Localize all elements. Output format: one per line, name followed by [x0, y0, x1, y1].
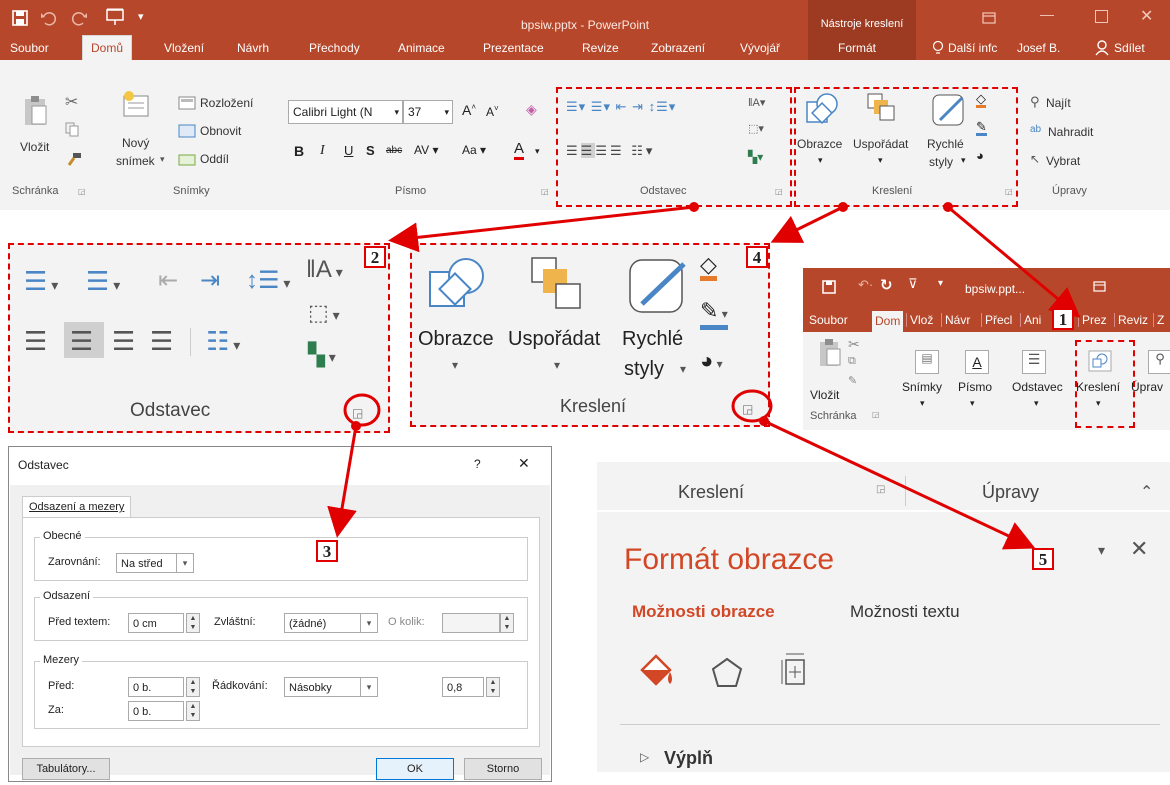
callout-number-3: 3 — [316, 540, 338, 562]
callout-number-1: 1 — [1052, 308, 1074, 330]
callout-number-2: 2 — [364, 246, 386, 268]
callout-number-4: 4 — [746, 246, 768, 268]
callout-number-5: 5 — [1032, 548, 1054, 570]
callout-arrows — [327, 202, 1081, 550]
